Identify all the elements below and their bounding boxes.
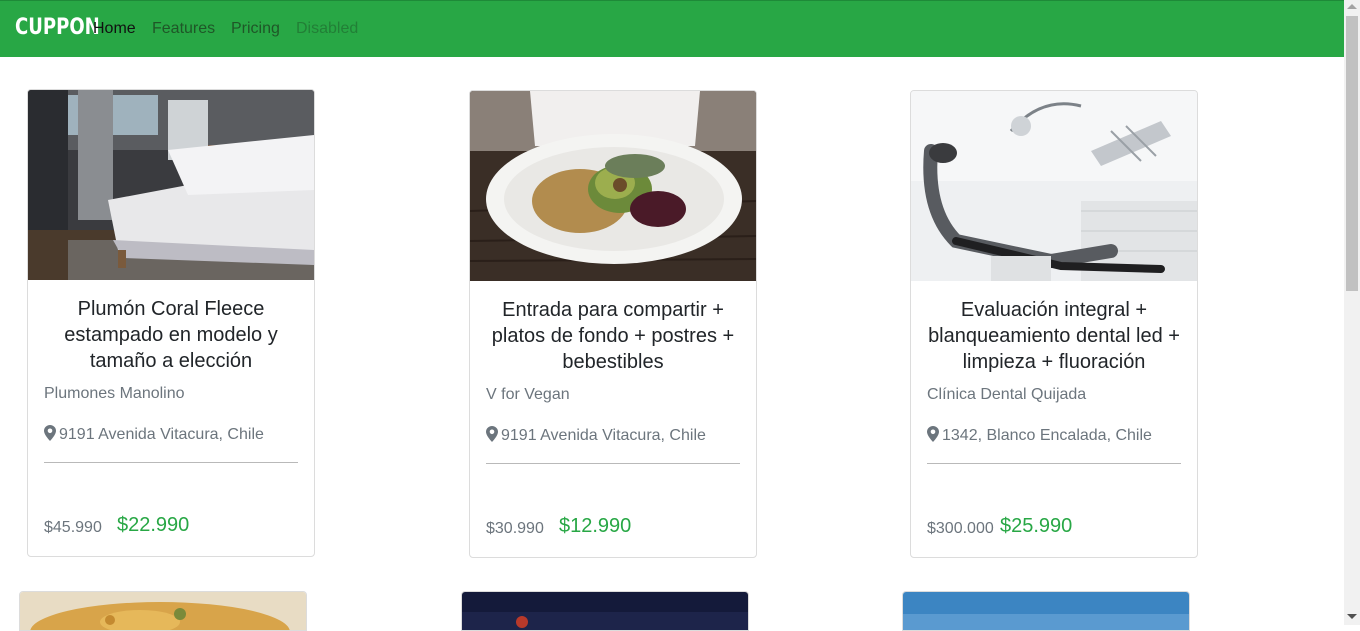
scroll-up-arrow-icon[interactable] <box>1347 4 1357 9</box>
merchant-name: Plumones Manolino <box>44 385 185 402</box>
card-title[interactable]: Evaluación integral + blanqueamiento den… <box>927 297 1181 375</box>
night-image[interactable] <box>462 592 748 631</box>
location: 9191 Avenida Vitacura, Chile <box>486 426 706 445</box>
location-text: 9191 Avenida Vitacura, Chile <box>59 426 264 443</box>
old-price: $300.000 <box>927 520 994 537</box>
card-divider <box>44 462 298 463</box>
merchant-name: Clínica Dental Quijada <box>927 386 1087 403</box>
card-divider <box>927 463 1181 464</box>
card-title[interactable]: Plumón Coral Fleece estampado en modelo … <box>44 296 298 374</box>
deal-card-partial[interactable] <box>461 591 749 631</box>
salad-plate-image[interactable] <box>470 91 756 281</box>
location-text: 1342, Blanco Encalada, Chile <box>942 427 1152 444</box>
food-image[interactable] <box>20 592 306 631</box>
deal-card[interactable]: Evaluación integral + blanqueamiento den… <box>910 90 1198 558</box>
brand-logo[interactable]: CUPPON <box>15 15 100 40</box>
location: 9191 Avenida Vitacura, Chile <box>44 425 264 444</box>
deal-card[interactable]: Entrada para compartir + platos de fondo… <box>469 90 757 558</box>
map-pin-icon <box>927 426 939 442</box>
nav-link-pricing[interactable]: Pricing <box>231 20 280 38</box>
map-pin-icon <box>486 426 498 442</box>
location-text: 9191 Avenida Vitacura, Chile <box>501 427 706 444</box>
card-divider <box>486 463 740 464</box>
nav-link-disabled: Disabled <box>296 20 359 37</box>
location: 1342, Blanco Encalada, Chile <box>927 426 1152 445</box>
card-title[interactable]: Entrada para compartir + platos de fondo… <box>486 297 740 375</box>
deal-card-partial[interactable] <box>902 591 1190 631</box>
sky-image[interactable] <box>903 592 1189 631</box>
bedroom-image[interactable] <box>28 90 314 280</box>
top-navbar: CUPPON Home Features Pricing Disabled <box>0 0 1344 57</box>
new-price: $22.990 <box>117 514 190 536</box>
map-pin-icon <box>44 425 56 441</box>
vertical-scrollbar[interactable] <box>1344 0 1360 625</box>
deal-card-partial[interactable] <box>19 591 307 631</box>
merchant-name: V for Vegan <box>486 386 570 403</box>
nav-link-features[interactable]: Features <box>152 20 215 38</box>
dental-chair-image[interactable] <box>911 91 1197 281</box>
new-price: $12.990 <box>559 515 632 537</box>
nav-link-home[interactable]: Home <box>93 20 136 38</box>
scroll-down-arrow-icon[interactable] <box>1347 614 1357 619</box>
deal-card[interactable]: Plumón Coral Fleece estampado en modelo … <box>27 89 315 557</box>
old-price: $30.990 <box>486 520 544 537</box>
old-price: $45.990 <box>44 519 102 536</box>
scroll-thumb[interactable] <box>1346 16 1358 291</box>
new-price: $25.990 <box>1000 515 1073 537</box>
